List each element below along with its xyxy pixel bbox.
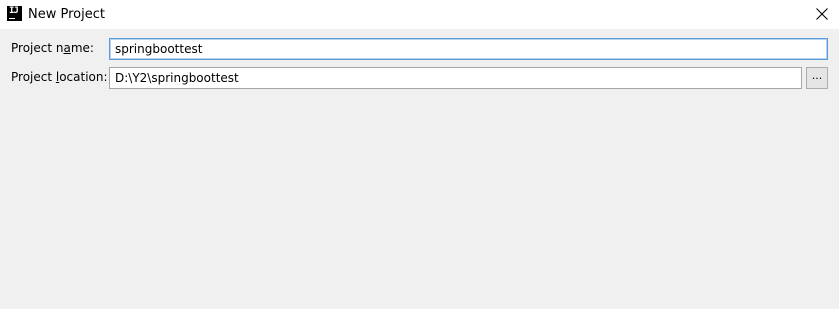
project-location-label: Project location:	[11, 68, 108, 86]
app-icon-underline	[9, 18, 15, 19]
intellij-idea-icon: IJ	[7, 6, 22, 21]
title-bar: IJ New Project	[0, 0, 839, 29]
project-name-label-before: Project n	[11, 41, 64, 55]
browse-button[interactable]: ...	[806, 67, 828, 89]
project-location-label-before: Project	[11, 70, 56, 84]
project-name-label-mnemonic: a	[63, 41, 71, 55]
project-location-label-after: ocation:	[59, 70, 108, 84]
window-title: New Project	[28, 7, 105, 22]
close-icon	[816, 8, 828, 20]
project-name-label-after: me:	[70, 41, 94, 55]
project-location-input[interactable]	[109, 67, 802, 89]
close-button[interactable]	[803, 0, 839, 29]
app-icon-text: IJ	[9, 6, 19, 16]
project-name-label: Project name:	[11, 39, 94, 57]
project-name-input[interactable]	[109, 38, 828, 60]
